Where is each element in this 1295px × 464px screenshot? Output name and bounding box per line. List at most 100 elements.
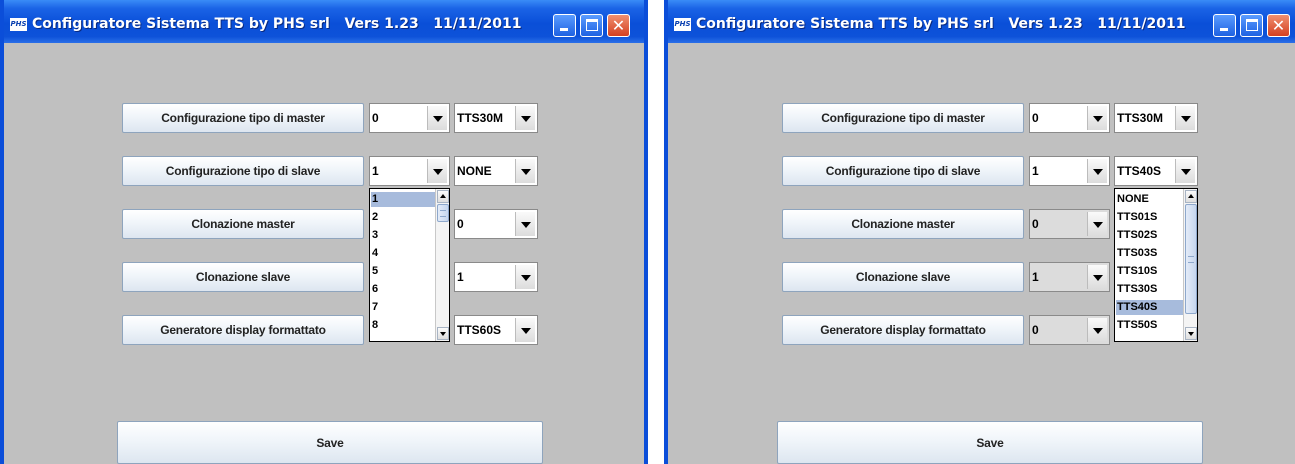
minimize-button[interactable] — [1213, 14, 1236, 37]
scroll-down-icon[interactable] — [437, 327, 449, 340]
maximize-button[interactable] — [580, 14, 603, 37]
slave-type-button[interactable]: Configurazione tipo di slave — [782, 156, 1024, 186]
dropdown-arrow-icon[interactable] — [515, 212, 535, 236]
dropdown-arrow-icon[interactable] — [515, 159, 535, 183]
maximize-icon — [1246, 19, 1258, 31]
list-item[interactable]: TTS50S — [1116, 318, 1183, 333]
combo-value: TTS30M — [1117, 111, 1164, 125]
window-title: Configuratore Sistema TTS by PHS srl Ver… — [32, 16, 522, 32]
clone-slave-button[interactable]: Clonazione slave — [122, 262, 364, 292]
dropdown-arrow-icon[interactable] — [1087, 212, 1107, 236]
list-item[interactable]: 2 — [371, 210, 435, 225]
dropdown-scrollbar[interactable] — [1183, 189, 1197, 341]
combo-value: 0 — [1032, 217, 1039, 231]
list-item[interactable]: NONE — [1116, 192, 1183, 207]
dropdown-arrow-icon[interactable] — [1087, 318, 1107, 342]
window-title: Configuratore Sistema TTS by PHS srl Ver… — [696, 16, 1186, 32]
app-logo-icon: PHS — [10, 18, 27, 31]
combo-value: 0 — [1032, 111, 1039, 125]
combo-value: TTS60S — [457, 323, 502, 337]
close-icon: ✕ — [1271, 16, 1286, 35]
config-window-right: PHS Configuratore Sistema TTS by PHS srl… — [664, 0, 1295, 464]
slave-model-dropdown-list[interactable]: NONE TTS01S TTS02S TTS03S TTS10S TTS30S … — [1114, 188, 1198, 342]
list-item[interactable]: TTS02S — [1116, 228, 1183, 243]
clone-master-button[interactable]: Clonazione master — [122, 209, 364, 239]
clone-master-index-combo[interactable]: 0 — [1029, 209, 1110, 239]
master-index-combo[interactable]: 0 — [369, 103, 450, 133]
list-item[interactable]: TTS03S — [1116, 246, 1183, 261]
scroll-down-icon[interactable] — [1185, 327, 1197, 340]
display-index-combo[interactable]: 0 — [1029, 315, 1110, 345]
list-item[interactable]: 8 — [371, 318, 435, 333]
save-button[interactable]: Save — [117, 421, 543, 464]
combo-value: 0 — [372, 111, 379, 125]
master-model-combo[interactable]: TTS30M — [454, 103, 538, 133]
clone-slave-button[interactable]: Clonazione slave — [782, 262, 1024, 292]
scroll-up-icon[interactable] — [437, 190, 449, 203]
dropdown-arrow-icon[interactable] — [427, 106, 447, 130]
dropdown-arrow-icon[interactable] — [427, 159, 447, 183]
clone-slave-combo[interactable]: 1 — [454, 262, 538, 292]
dropdown-arrow-icon[interactable] — [1175, 106, 1195, 130]
title-bar[interactable]: PHS Configuratore Sistema TTS by PHS srl… — [668, 0, 1295, 43]
dropdown-arrow-icon[interactable] — [515, 265, 535, 289]
master-type-button[interactable]: Configurazione tipo di master — [782, 103, 1024, 133]
minimize-button[interactable] — [553, 14, 576, 37]
master-model-combo[interactable]: TTS30M — [1114, 103, 1198, 133]
dropdown-arrow-icon[interactable] — [1175, 159, 1195, 183]
app-logo-icon: PHS — [674, 18, 691, 31]
combo-value: 0 — [1032, 323, 1039, 337]
list-item[interactable]: 4 — [371, 246, 435, 261]
master-index-combo[interactable]: 0 — [1029, 103, 1110, 133]
dropdown-scrollbar[interactable] — [435, 189, 449, 341]
list-item[interactable]: 1 — [371, 192, 435, 207]
slave-index-combo[interactable]: 1 — [369, 156, 450, 186]
slave-index-dropdown-list[interactable]: 1 2 3 4 5 6 7 8 — [369, 188, 450, 342]
scroll-up-icon[interactable] — [1185, 190, 1197, 203]
slave-index-combo[interactable]: 1 — [1029, 156, 1110, 186]
list-item[interactable]: 5 — [371, 264, 435, 279]
slave-model-combo[interactable]: TTS40S — [1114, 156, 1198, 186]
minimize-icon — [1220, 28, 1228, 31]
slave-model-combo[interactable]: NONE — [454, 156, 538, 186]
save-button[interactable]: Save — [777, 421, 1203, 464]
dropdown-arrow-icon[interactable] — [1087, 159, 1107, 183]
close-button[interactable]: ✕ — [1267, 14, 1290, 37]
config-window-left: PHS Configuratore Sistema TTS by PHS srl… — [0, 0, 648, 464]
combo-value: TTS30M — [457, 111, 504, 125]
combo-value: 0 — [457, 217, 464, 231]
list-item[interactable]: 6 — [371, 282, 435, 297]
combo-value: 1 — [1032, 270, 1039, 284]
close-icon: ✕ — [611, 16, 626, 35]
combo-value: TTS40S — [1117, 164, 1162, 178]
display-generator-button[interactable]: Generatore display formattato — [782, 315, 1024, 345]
clone-slave-index-combo[interactable]: 1 — [1029, 262, 1110, 292]
list-item[interactable]: 7 — [371, 300, 435, 315]
list-item[interactable]: TTS10S — [1116, 264, 1183, 279]
close-button[interactable]: ✕ — [607, 14, 630, 37]
dropdown-arrow-icon[interactable] — [1087, 106, 1107, 130]
maximize-button[interactable] — [1240, 14, 1263, 37]
scroll-thumb[interactable] — [437, 204, 449, 222]
dropdown-arrow-icon[interactable] — [1087, 265, 1107, 289]
master-type-button[interactable]: Configurazione tipo di master — [122, 103, 364, 133]
title-bar[interactable]: PHS Configuratore Sistema TTS by PHS srl… — [4, 0, 644, 43]
minimize-icon — [560, 28, 568, 31]
combo-value: 1 — [372, 164, 379, 178]
scroll-thumb[interactable] — [1185, 204, 1197, 314]
list-item[interactable]: TTS01S — [1116, 210, 1183, 225]
combo-value: 1 — [1032, 164, 1039, 178]
list-item[interactable]: TTS30S — [1116, 282, 1183, 297]
list-item[interactable]: TTS40S — [1116, 300, 1183, 315]
clone-master-combo[interactable]: 0 — [454, 209, 538, 239]
slave-type-button[interactable]: Configurazione tipo di slave — [122, 156, 364, 186]
combo-value: 1 — [457, 270, 464, 284]
combo-value: NONE — [457, 164, 492, 178]
list-item[interactable]: 3 — [371, 228, 435, 243]
dropdown-arrow-icon[interactable] — [515, 106, 535, 130]
clone-master-button[interactable]: Clonazione master — [782, 209, 1024, 239]
maximize-icon — [586, 19, 598, 31]
dropdown-arrow-icon[interactable] — [515, 318, 535, 342]
display-model-combo[interactable]: TTS60S — [454, 315, 538, 345]
display-generator-button[interactable]: Generatore display formattato — [122, 315, 364, 345]
